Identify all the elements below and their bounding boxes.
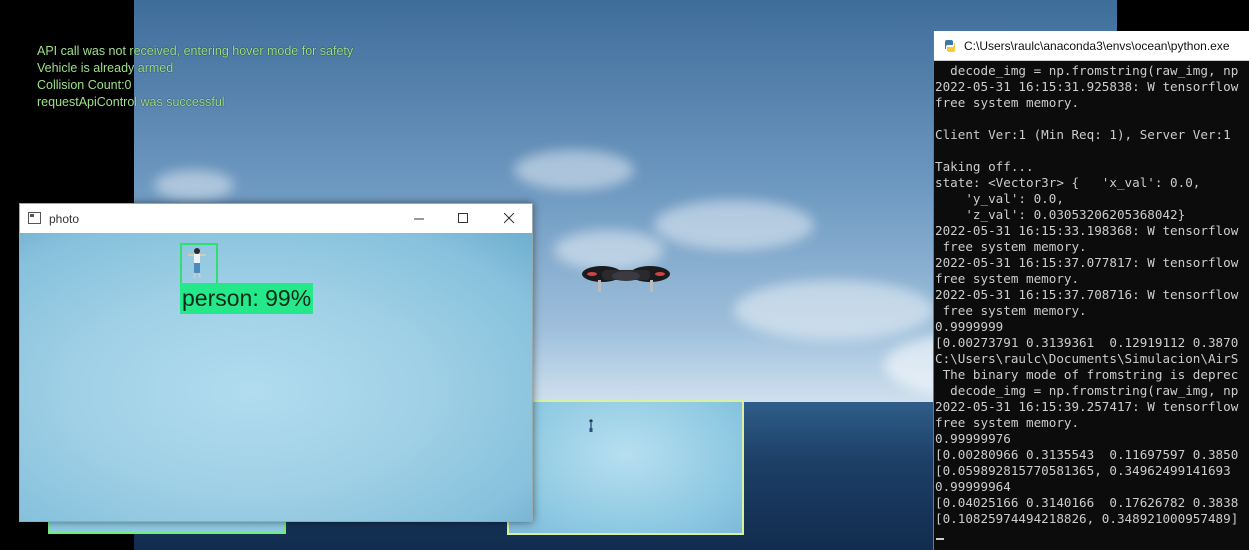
console-line: Client Ver:1 (Min Req: 1), Server Ver:1 [935,127,1231,142]
console-line: [0.059892815770581365, 0.34962499141693 [935,463,1231,478]
console-line: free system memory. [935,415,1080,430]
simulator-status-messages: API call was not received, entering hove… [37,43,353,111]
console-line: 'y_val': 0.0, [935,191,1064,206]
cloud [734,280,934,340]
close-button[interactable] [486,204,532,233]
console-line: state: <Vector3r> { 'x_val': 0.0, [935,175,1201,190]
detection-image: person: 99% [20,233,532,521]
cloud [654,200,814,250]
console-line: [0.00273791 0.3139361 0.12919112 0.3870 [935,335,1239,350]
console-line: [0.10825974494218826, 0.348921000957489] [935,511,1239,526]
window-title: photo [49,212,80,226]
console-line: 2022-05-31 16:15:31.925838: W tensorflow [935,79,1239,94]
console-line: 2022-05-31 16:15:39.257417: W tensorflow [935,399,1239,414]
photo-window[interactable]: photo person: 99% [19,203,533,522]
minimize-button[interactable] [396,204,442,233]
console-line: 0.99999976 [935,431,1011,446]
maximize-icon [457,213,468,223]
console-line: [0.04025166 0.3140166 0.17626782 0.3838 [935,495,1239,510]
minimize-icon [413,218,424,220]
console-line: [0.00280966 0.3135543 0.11697597 0.3850 [935,447,1239,462]
python-icon [945,40,955,52]
console-titlebar[interactable]: C:\Users\raulc\anaconda3\envs\ocean\pyth… [934,31,1249,61]
console-line: free system memory. [935,239,1087,254]
status-line: requestApiControl was successful [37,95,225,109]
person-bounding-box [180,243,218,285]
photo-window-titlebar[interactable]: photo [20,204,532,233]
console-line: free system memory. [935,271,1080,286]
console-line: 0.99999964 [935,479,1011,494]
console-line: free system memory. [935,95,1080,110]
window-title: C:\Users\raulc\anaconda3\envs\ocean\pyth… [964,39,1230,53]
console-line: The binary mode of fromstring is deprec [935,367,1239,382]
camera-subview [507,400,744,535]
console-output[interactable]: decode_img = np.fromstring(raw_img, np 20… [935,63,1249,548]
close-icon [503,213,514,224]
console-window[interactable]: C:\Users\raulc\anaconda3\envs\ocean\pyth… [933,31,1249,550]
drone-icon [582,266,670,292]
status-line: API call was not received, entering hove… [37,44,354,58]
console-line: 0.9999999 [935,319,1004,334]
status-line: Vehicle is already armed [37,61,174,75]
console-line: free system memory. [935,303,1087,318]
console-line: 2022-05-31 16:15:37.077817: W tensorflow [935,255,1239,270]
console-line: C:\Users\raulc\Documents\Simulacion\AirS [935,351,1239,366]
console-line: 2022-05-31 16:15:37.708716: W tensorflow [935,287,1239,302]
person-icon [589,419,593,432]
image-window-icon [28,212,41,224]
person-icon [188,248,206,279]
maximize-button[interactable] [440,204,486,233]
console-line: 'z_val': 0.03053206205368042} [935,207,1186,222]
cloud [154,170,234,200]
text-cursor [936,538,944,540]
console-line: 2022-05-31 16:15:33.198368: W tensorflow [935,223,1239,238]
console-line: Taking off... [935,159,1034,174]
detection-label: person: 99% [180,283,314,314]
status-line: Collision Count:0 [37,78,132,92]
console-line: decode_img = np.fromstring(raw_img, np [935,383,1239,398]
cloud [514,150,634,190]
console-line: decode_img = np.fromstring(raw_img, np [935,63,1239,78]
